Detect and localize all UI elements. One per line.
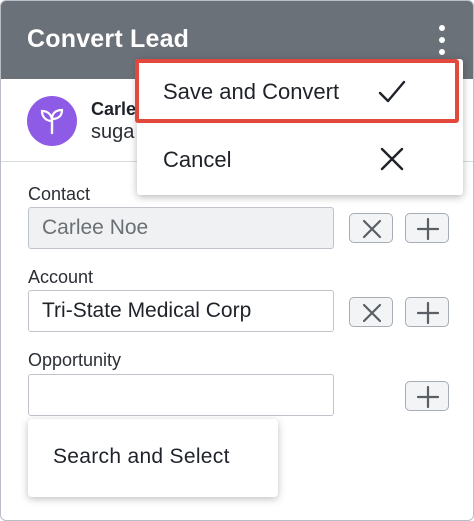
menu-item-save-and-convert[interactable]: Save and Convert	[135, 59, 463, 125]
avatar	[27, 96, 77, 146]
opportunity-field[interactable]	[28, 374, 334, 416]
kebab-menu-icon[interactable]	[433, 25, 451, 55]
close-icon	[362, 219, 382, 239]
account-label: Account	[28, 267, 94, 287]
close-icon	[380, 147, 404, 171]
account-field[interactable]: Tri-State Medical Corp	[28, 290, 334, 332]
plus-icon	[417, 386, 439, 408]
opportunity-label: Opportunity	[28, 350, 122, 370]
menu-item-label: Cancel	[163, 147, 232, 172]
add-contact-button[interactable]	[405, 213, 449, 243]
close-icon	[362, 303, 382, 323]
search-and-select-option[interactable]: Search and Select	[28, 419, 278, 497]
plus-icon	[417, 218, 439, 240]
clear-contact-button[interactable]	[349, 213, 393, 243]
add-opportunity-button[interactable]	[405, 381, 449, 411]
menu-item-cancel[interactable]: Cancel	[137, 127, 463, 193]
search-and-select-label: Search and Select	[53, 445, 230, 468]
add-account-button[interactable]	[405, 297, 449, 327]
clear-account-button[interactable]	[349, 297, 393, 327]
page-title: Convert Lead	[27, 25, 190, 53]
sprout-icon	[40, 108, 64, 135]
contact-field: Carlee Noe	[28, 207, 334, 249]
highlight-box	[135, 59, 459, 123]
contact-label: Contact	[28, 184, 91, 204]
actions-dropdown-menu: Save and Convert Cancel	[135, 59, 463, 195]
plus-icon	[417, 302, 439, 324]
convert-lead-panel: Convert Lead Carlee suga Contact Carlee …	[0, 0, 474, 521]
record-subtitle: suga	[91, 121, 135, 143]
